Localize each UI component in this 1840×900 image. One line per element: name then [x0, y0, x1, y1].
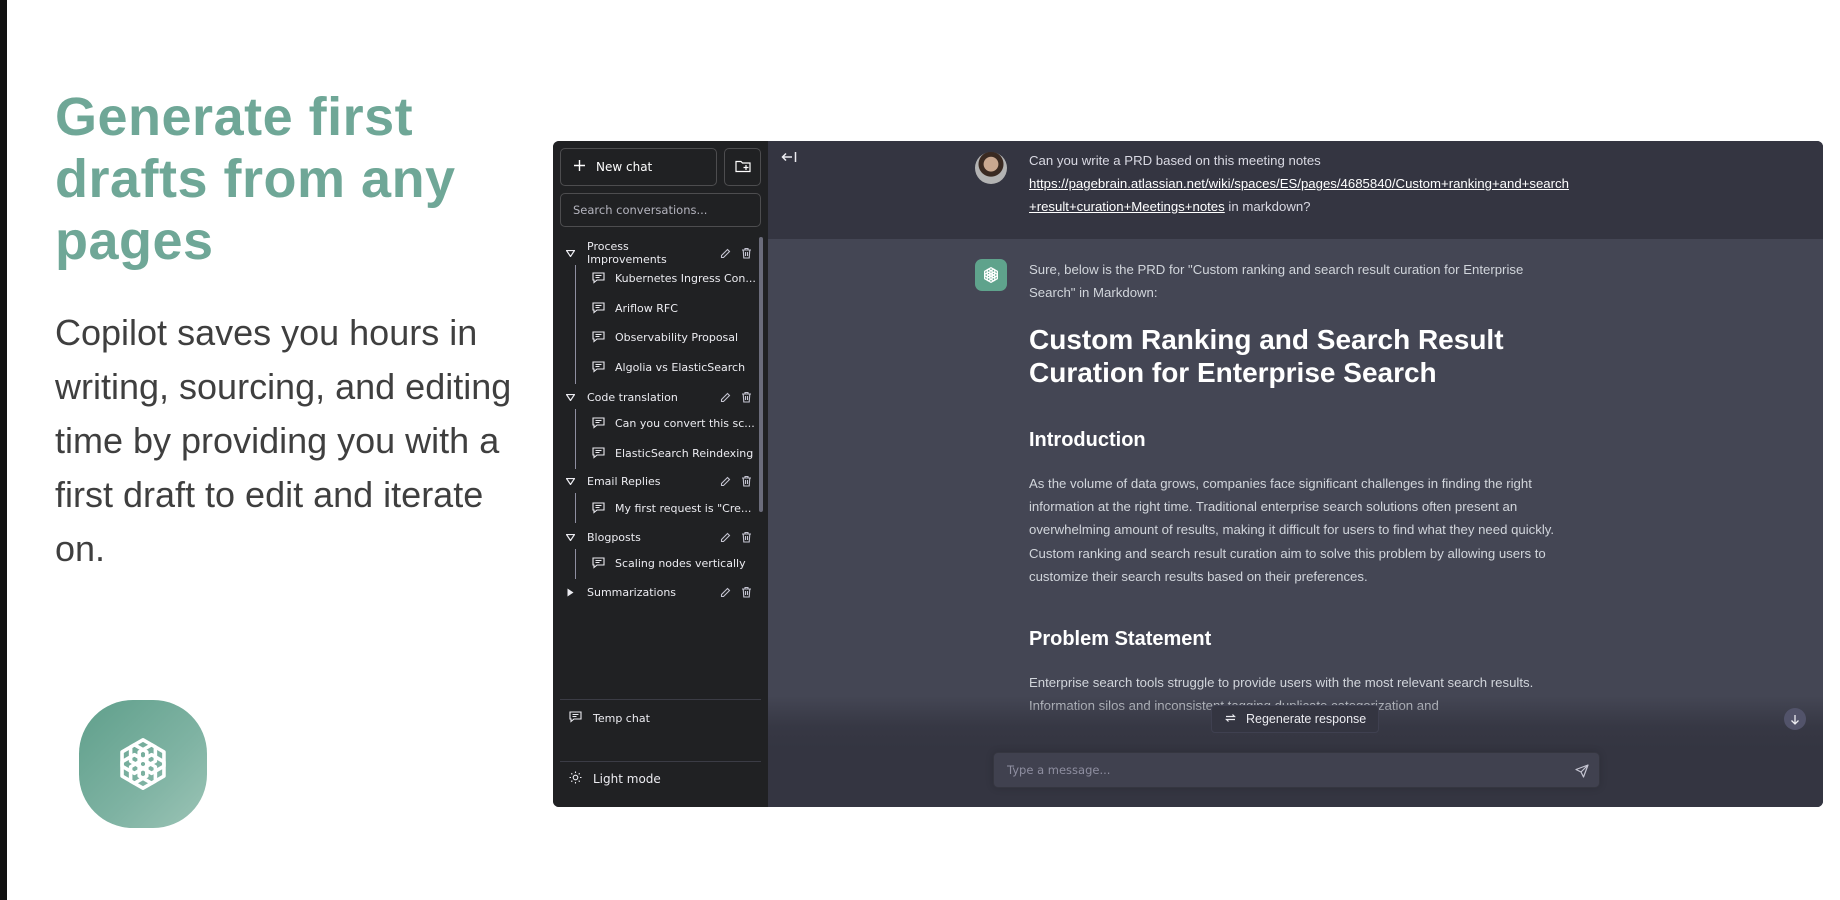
conversation-item[interactable]: ElasticSearch Reindexing	[591, 441, 759, 465]
conversation-title: My first request is "Cre...	[615, 501, 752, 515]
folder-name: Code translation	[587, 390, 678, 404]
conversation-title: Can you convert this sc...	[615, 416, 755, 430]
pencil-icon[interactable]	[718, 390, 732, 404]
folder-name: Summarizations	[587, 585, 677, 599]
chat-bubble-icon	[591, 501, 605, 515]
regenerate-label: Regenerate response	[1246, 712, 1367, 726]
folder-tree-line	[575, 265, 576, 384]
caret-down-icon[interactable]	[565, 476, 575, 486]
conversation-title: Algolia vs ElasticSearch	[615, 360, 746, 374]
sidebar: New chat Process Improvements Kubernetes…	[553, 141, 768, 807]
arrow-down-icon[interactable]	[1784, 708, 1806, 730]
openai-logo-icon	[975, 259, 1007, 291]
trash-icon[interactable]	[739, 530, 753, 544]
caret-right-icon[interactable]	[565, 587, 575, 597]
folder-summarizations[interactable]: Summarizations	[563, 580, 753, 604]
user-message-text: Can you write a PRD based on this meetin…	[1029, 153, 1321, 168]
chat-bubble-icon	[591, 271, 605, 285]
message-input-box	[993, 752, 1600, 788]
pencil-icon[interactable]	[718, 246, 732, 260]
conversation-title: Kubernetes Ingress Con...	[615, 271, 756, 285]
light-mode-button[interactable]: Light mode	[569, 771, 661, 787]
trash-icon[interactable]	[739, 585, 753, 599]
conversation-title: ElasticSearch Reindexing	[615, 446, 754, 460]
assistant-intro: Sure, below is the PRD for "Custom ranki…	[1029, 262, 1524, 300]
chat-bubble-icon	[591, 360, 605, 374]
user-message-suffix: in markdown?	[1224, 199, 1311, 214]
app-window: New chat Process Improvements Kubernetes…	[553, 141, 1823, 807]
trash-icon[interactable]	[739, 474, 753, 488]
sidebar-divider	[560, 699, 761, 700]
conversation-item[interactable]: Scaling nodes vertically	[591, 551, 759, 575]
conversation-item[interactable]: Kubernetes Ingress Con...	[591, 266, 759, 290]
chat-bubble-icon	[569, 711, 582, 726]
folder-process-improvements[interactable]: Process Improvements	[563, 240, 753, 266]
chat-main: Can you write a PRD based on this meetin…	[768, 141, 1823, 807]
new-chat-label: New chat	[596, 160, 653, 174]
conversation-tree: Process Improvements Kubernetes Ingress …	[553, 237, 768, 677]
conversation-item[interactable]: Observability Proposal	[591, 325, 759, 349]
doc-title: Custom Ranking and Search Result Curatio…	[1029, 324, 1504, 388]
folder-name: Email Replies	[587, 474, 661, 488]
message-input[interactable]	[994, 753, 1599, 787]
caret-down-icon[interactable]	[565, 532, 575, 542]
folder-tree-line	[575, 409, 576, 469]
new-folder-button[interactable]	[724, 148, 761, 186]
section-body-introduction: As the volume of data grows, companies f…	[1029, 476, 1555, 584]
conversation-title: Observability Proposal	[615, 330, 739, 344]
search-conversations-input[interactable]	[560, 193, 761, 227]
new-chat-button[interactable]: New chat	[560, 148, 717, 186]
folder-blogposts[interactable]: Blogposts	[563, 525, 753, 549]
conversation-item[interactable]: Ariflow RFC	[591, 296, 759, 320]
light-mode-label: Light mode	[593, 772, 661, 786]
section-heading-problem-statement: Problem Statement	[1029, 628, 1212, 651]
chat-bubble-icon	[591, 301, 605, 315]
openai-logo-icon	[79, 700, 207, 828]
collapse-left-icon[interactable]	[778, 147, 800, 167]
user-message: Can you write a PRD based on this meetin…	[1029, 149, 1569, 218]
folder-email-replies[interactable]: Email Replies	[563, 469, 753, 493]
conversation-item[interactable]: My first request is "Cre...	[591, 496, 759, 520]
user-avatar	[975, 152, 1007, 184]
hero-description: Copilot saves you hours in writing, sour…	[55, 312, 512, 569]
sun-icon	[569, 771, 582, 787]
folder-tree-line	[575, 493, 576, 523]
regenerate-response-button[interactable]: Regenerate response	[1211, 705, 1380, 733]
folder-name: Blogposts	[587, 530, 641, 544]
caret-down-icon[interactable]	[565, 392, 575, 402]
left-edge-bar	[0, 0, 7, 900]
caret-down-icon[interactable]	[565, 248, 575, 258]
refresh-icon	[1224, 712, 1237, 727]
user-message-row: Can you write a PRD based on this meetin…	[768, 141, 1823, 239]
trash-icon[interactable]	[739, 390, 753, 404]
pencil-icon[interactable]	[718, 474, 732, 488]
chat-bubble-icon	[591, 330, 605, 344]
temp-chat-item[interactable]: Temp chat	[569, 711, 650, 726]
chat-bubble-icon	[591, 446, 605, 460]
folder-plus-icon	[734, 159, 751, 176]
pencil-icon[interactable]	[718, 585, 732, 599]
folder-name: Process Improvements	[587, 240, 667, 266]
conversation-title: Scaling nodes vertically	[615, 556, 746, 570]
send-icon[interactable]	[1573, 762, 1591, 780]
pencil-icon[interactable]	[718, 530, 732, 544]
section-heading-introduction: Introduction	[1029, 429, 1146, 451]
sidebar-divider	[560, 761, 761, 762]
folder-code-translation[interactable]: Code translation	[563, 385, 753, 409]
trash-icon[interactable]	[739, 246, 753, 260]
chat-bubble-icon	[591, 416, 605, 430]
folder-tree-line	[575, 549, 576, 579]
hero-title: Generate first drafts from any pages	[55, 87, 456, 271]
temp-chat-label: Temp chat	[593, 712, 650, 725]
conversation-item[interactable]: Can you convert this sc...	[591, 411, 759, 435]
chat-bubble-icon	[591, 556, 605, 570]
plus-icon	[573, 159, 586, 175]
conversation-title: Ariflow RFC	[615, 301, 678, 315]
conversation-item[interactable]: Algolia vs ElasticSearch	[591, 355, 759, 379]
assistant-message: Sure, below is the PRD for "Custom ranki…	[1029, 258, 1569, 717]
